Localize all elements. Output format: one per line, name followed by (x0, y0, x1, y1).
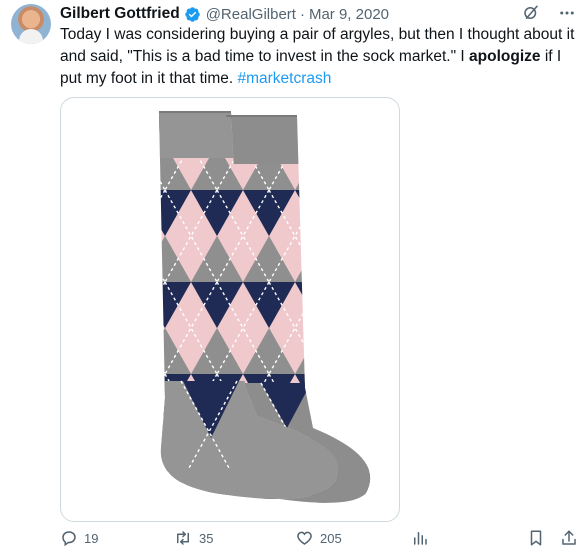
retweet-count: 35 (199, 530, 214, 546)
reply-icon (62, 531, 76, 547)
tweet-actions: 19 35 205 (60, 529, 580, 551)
author-handle[interactable]: @RealGilbert (206, 6, 296, 23)
tweet-header: Gilbert Gottfried @RealGilbert · Mar 9, … (60, 3, 576, 25)
more-icon[interactable] (558, 4, 576, 22)
hashtag-link[interactable]: #marketcrash (237, 70, 331, 87)
grok-icon[interactable] (522, 4, 540, 22)
verified-badge-icon (184, 6, 200, 22)
share-icon (562, 530, 576, 545)
reply-button[interactable]: 19 (60, 529, 98, 547)
retweet-button[interactable]: 35 (173, 529, 213, 547)
separator-dot: · (299, 5, 305, 23)
analytics-icon (414, 532, 427, 545)
like-count: 205 (320, 530, 342, 546)
argyle-socks-image (159, 111, 371, 503)
tweet-date[interactable]: Mar 9, 2020 (309, 6, 389, 23)
like-button[interactable]: 205 (295, 529, 342, 547)
bookmark-icon (530, 530, 542, 546)
reply-count: 19 (84, 530, 99, 546)
avatar[interactable] (11, 4, 51, 44)
tweet-text-bold: apologize (469, 48, 541, 65)
tweet-text: Today I was considering buying a pair of… (60, 24, 580, 90)
heart-icon (297, 531, 312, 545)
bookmark-button[interactable] (527, 529, 545, 547)
views-button[interactable] (411, 529, 429, 547)
retweet-icon (177, 531, 189, 545)
share-button[interactable] (560, 529, 578, 547)
tweet-media-image[interactable] (60, 97, 400, 522)
author-name[interactable]: Gilbert Gottfried (60, 5, 180, 23)
